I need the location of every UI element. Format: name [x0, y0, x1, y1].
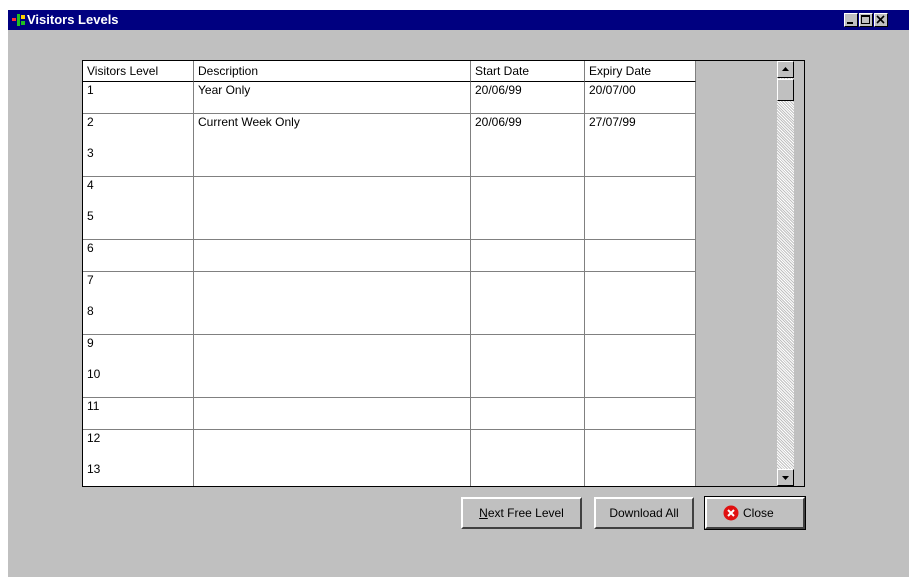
grid-cell-start-date[interactable] — [471, 398, 585, 430]
close-x-icon — [876, 15, 885, 24]
maximize-icon — [861, 15, 870, 24]
grid-cell-visitors-level[interactable]: 13 — [83, 461, 194, 486]
next-free-level-button[interactable]: Next Free Level — [461, 497, 582, 529]
grid-cell-expiry-date[interactable]: 20/07/00 — [585, 82, 696, 114]
grid-cell-expiry-date[interactable] — [585, 272, 696, 304]
grid-cell-visitors-level[interactable]: 7 — [83, 272, 194, 304]
column-header-visitors-level[interactable]: Visitors Level — [83, 61, 194, 82]
grid-cell-start-date[interactable] — [471, 366, 585, 398]
grid-cell-expiry-date[interactable] — [585, 303, 696, 335]
grid-cell-start-date[interactable] — [471, 272, 585, 304]
grid-cell-expiry-date[interactable] — [585, 177, 696, 209]
grid-cell-description[interactable] — [194, 303, 471, 335]
grid-cell-expiry-date[interactable] — [585, 430, 696, 462]
grid-cell-expiry-date[interactable] — [585, 240, 696, 272]
grid-cell-visitors-level[interactable]: 3 — [83, 145, 194, 177]
minimize-button[interactable] — [844, 13, 858, 27]
grid-cell-expiry-date[interactable]: 27/07/99 — [585, 114, 696, 146]
grid-cell-start-date[interactable] — [471, 145, 585, 177]
grid-cell-start-date[interactable] — [471, 240, 585, 272]
column-header-start-date[interactable]: Start Date — [471, 61, 585, 82]
scroll-down-button[interactable] — [777, 469, 794, 486]
grid-cell-description[interactable] — [194, 366, 471, 398]
app-logo-icon — [12, 14, 25, 26]
grid-cell-start-date[interactable] — [471, 303, 585, 335]
grid-cell-visitors-level[interactable]: 6 — [83, 240, 194, 272]
arrow-down-icon — [782, 476, 789, 480]
next-free-level-mnemonic: N — [479, 506, 488, 520]
grid-cell-start-date[interactable] — [471, 177, 585, 209]
grid-cell-description[interactable]: Current Week Only — [194, 114, 471, 146]
grid-cell-visitors-level[interactable]: 12 — [83, 430, 194, 462]
grid-cell-description[interactable] — [194, 398, 471, 430]
close-window-button[interactable] — [874, 13, 888, 27]
column-header-expiry-date[interactable]: Expiry Date — [585, 61, 696, 82]
grid-cell-visitors-level[interactable]: 5 — [83, 208, 194, 240]
arrow-up-icon — [782, 67, 789, 71]
grid-cell-description[interactable] — [194, 272, 471, 304]
grid-cell-expiry-date[interactable] — [585, 145, 696, 177]
grid-cell-description[interactable] — [194, 430, 471, 462]
title-bar[interactable]: Visitors Levels — [8, 10, 909, 30]
vertical-scrollbar[interactable] — [777, 61, 794, 486]
grid-cell-visitors-level[interactable]: 8 — [83, 303, 194, 335]
grid-cell-visitors-level[interactable]: 1 — [83, 82, 194, 114]
grid-cell-expiry-date[interactable] — [585, 208, 696, 240]
grid-cell-expiry-date[interactable] — [585, 398, 696, 430]
visitors-level-grid[interactable]: Visitors Level Description Start Date Ex… — [82, 60, 805, 487]
column-header-description[interactable]: Description — [194, 61, 471, 82]
grid-cell-expiry-date[interactable] — [585, 335, 696, 367]
grid-cell-start-date[interactable] — [471, 335, 585, 367]
close-button[interactable]: Close — [704, 496, 806, 530]
grid-cell-expiry-date[interactable] — [585, 366, 696, 398]
grid-cell-description[interactable] — [194, 208, 471, 240]
grid-cell-visitors-level[interactable]: 9 — [83, 335, 194, 367]
grid-cell-visitors-level[interactable]: 4 — [83, 177, 194, 209]
grid-cell-description[interactable] — [194, 335, 471, 367]
maximize-button[interactable] — [859, 13, 873, 27]
window-title: Visitors Levels — [27, 12, 119, 27]
grid-cell-start-date[interactable] — [471, 461, 585, 486]
minimize-icon — [847, 22, 853, 24]
grid-cell-start-date[interactable]: 20/06/99 — [471, 114, 585, 146]
next-free-level-label: ext Free Level — [487, 506, 564, 520]
grid-cell-start-date[interactable] — [471, 208, 585, 240]
grid-cell-start-date[interactable] — [471, 430, 585, 462]
grid-cell-description[interactable]: Year Only — [194, 82, 471, 114]
grid-cell-description[interactable] — [194, 461, 471, 486]
grid-cell-expiry-date[interactable] — [585, 461, 696, 486]
scroll-thumb[interactable] — [777, 79, 794, 101]
grid-cell-visitors-level[interactable]: 2 — [83, 114, 194, 146]
grid-cell-description[interactable] — [194, 240, 471, 272]
close-button-label: Close — [743, 506, 774, 520]
grid-cell-description[interactable] — [194, 177, 471, 209]
download-all-button[interactable]: Download All — [594, 497, 694, 529]
grid-cell-start-date[interactable]: 20/06/99 — [471, 82, 585, 114]
scroll-up-button[interactable] — [777, 61, 794, 78]
grid-cell-visitors-level[interactable]: 11 — [83, 398, 194, 430]
grid-cell-visitors-level[interactable]: 10 — [83, 366, 194, 398]
close-circle-x-icon — [723, 505, 739, 521]
grid-cell-description[interactable] — [194, 145, 471, 177]
visitors-levels-window: Visitors Levels Visitors Level Descripti… — [8, 10, 909, 577]
